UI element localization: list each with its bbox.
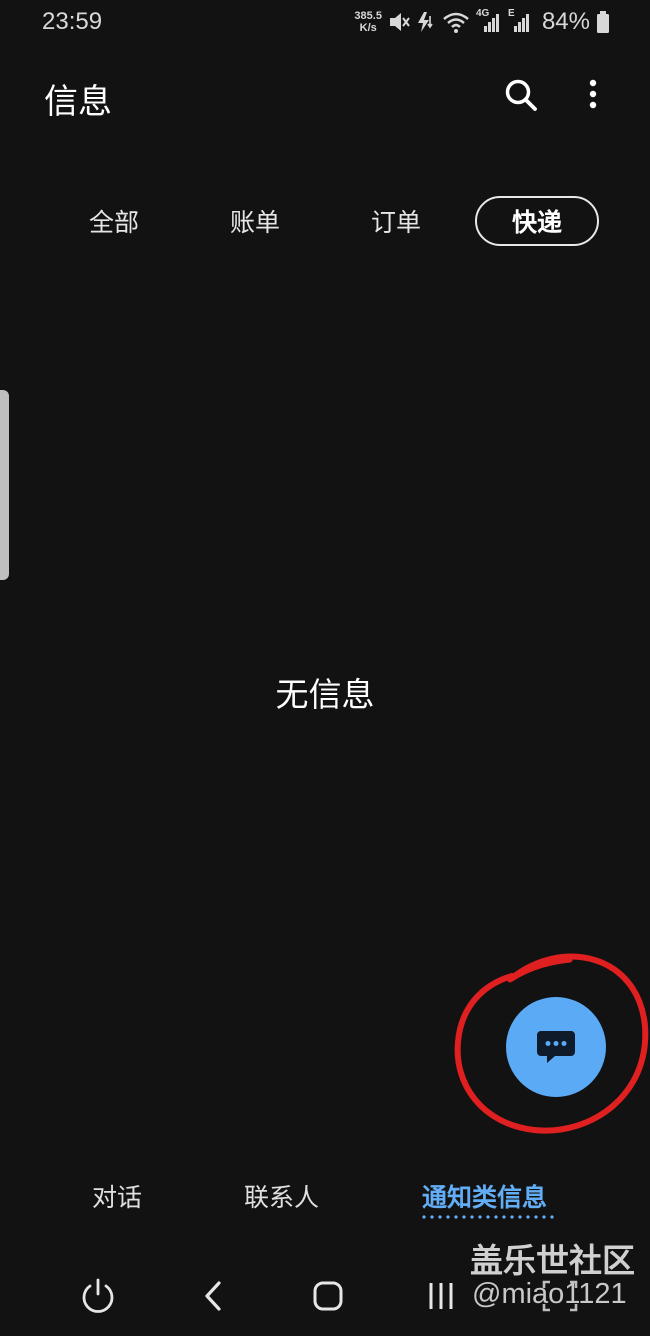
network-speed: 385.5 K/s — [354, 10, 382, 34]
more-vertical-icon[interactable] — [578, 78, 608, 112]
category-tabs: 全部 账单 订单 快递 — [44, 196, 614, 246]
bottom-nav-notifications[interactable]: 通知类信息 — [422, 1178, 547, 1214]
compose-button[interactable] — [506, 997, 606, 1097]
bottom-nav: 对话 联系人 通知类信息 — [0, 1170, 650, 1230]
bottom-nav-conversations[interactable]: 对话 — [92, 1178, 142, 1214]
active-tab-indicator — [420, 1215, 558, 1219]
back-icon[interactable] — [194, 1276, 234, 1316]
bottom-nav-contacts[interactable]: 联系人 — [244, 1178, 319, 1214]
empty-state-message: 无信息 — [275, 675, 375, 714]
power-icon[interactable] — [78, 1276, 118, 1316]
tab-orders[interactable]: 订单 — [334, 196, 458, 246]
network-speed-value: 385.5 — [354, 10, 382, 22]
status-bar: 23:59 385.5 K/s 4G E 84% — [0, 0, 650, 48]
tab-all[interactable]: 全部 — [52, 196, 176, 246]
search-icon[interactable] — [504, 78, 538, 112]
battery-percent: 84% — [541, 8, 590, 35]
mute-icon — [389, 13, 410, 31]
page-title: 信息 — [44, 82, 112, 122]
status-icons: 385.5 K/s 4G E 84% — [354, 8, 610, 36]
status-time: 23:59 — [42, 8, 103, 35]
home-icon[interactable] — [308, 1276, 348, 1316]
recents-icon[interactable] — [422, 1276, 462, 1316]
watermark-username: @miao1121 — [472, 1278, 627, 1310]
edge-panel-handle[interactable] — [0, 390, 9, 580]
network-speed-unit: K/s — [359, 22, 377, 34]
wifi-icon — [443, 12, 469, 33]
chat-bubble-icon — [537, 1031, 575, 1063]
tab-bills[interactable]: 账单 — [193, 196, 317, 246]
battery-icon — [597, 11, 609, 33]
data-transfer-icon — [417, 12, 433, 32]
signal-4g-icon: 4G — [476, 8, 502, 34]
signal-e-icon: E — [508, 8, 532, 34]
tab-express[interactable]: 快递 — [475, 196, 599, 246]
